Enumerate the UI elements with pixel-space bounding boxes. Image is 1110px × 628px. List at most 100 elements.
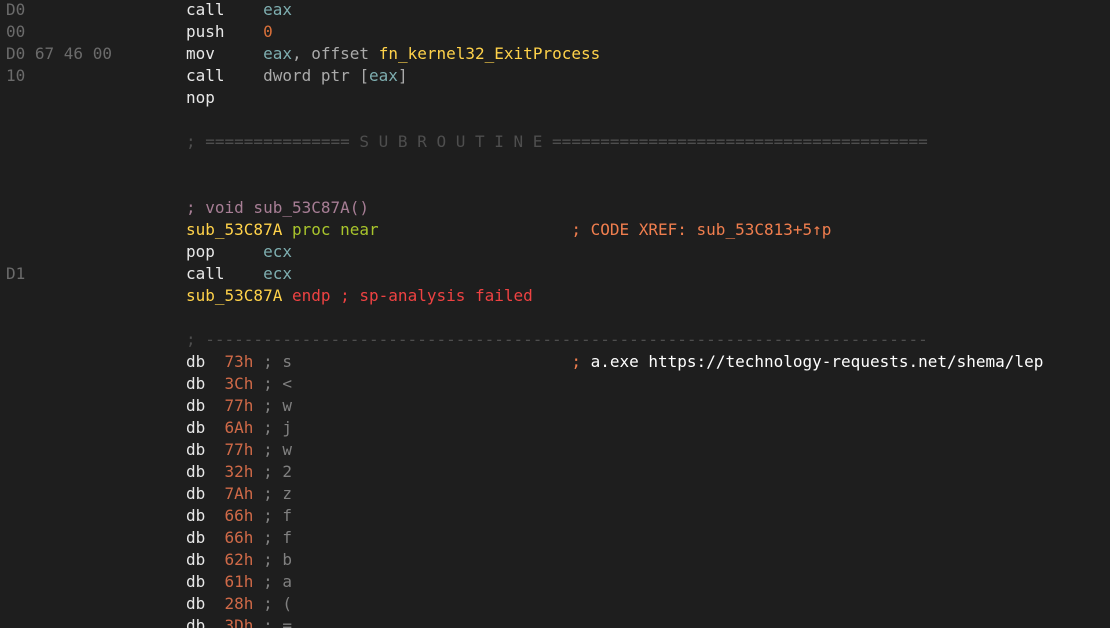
token-label-name[interactable]: fn_kernel32_ExitProcess: [379, 44, 601, 63]
token-instruction: [205, 594, 224, 613]
token-hex-number: 7Ah: [224, 484, 254, 503]
code-line[interactable]: sub_53C87A endp ; sp-analysis failed: [186, 285, 533, 307]
token-char-comment: ; w: [253, 440, 292, 459]
token-instruction: db: [186, 418, 206, 437]
code-line[interactable]: pop ecx: [186, 241, 292, 263]
opcode-bytes: D1: [6, 264, 26, 283]
token-instruction: call: [186, 66, 225, 85]
code-line[interactable]: db 28h ; (: [186, 593, 292, 615]
opcode-bytes: 10: [6, 66, 26, 85]
code-line[interactable]: mov eax, offset fn_kernel32_ExitProcess: [186, 43, 600, 65]
code-line[interactable]: nop: [186, 87, 215, 109]
token-instruction: db: [186, 352, 206, 371]
token-instruction: db: [186, 484, 206, 503]
code-line[interactable]: db 77h ; w: [186, 395, 292, 417]
code-line[interactable]: ; void sub_53C87A(): [186, 197, 369, 219]
code-line[interactable]: call ecx: [186, 263, 292, 285]
token-hex-number: 3Dh: [224, 616, 254, 628]
token-punctuation: dword ptr: [263, 66, 360, 85]
token-instruction: [205, 572, 224, 591]
token-char-comment: ; w: [253, 396, 292, 415]
token-hex-number: 6Ah: [224, 418, 254, 437]
token-char-comment: ; b: [253, 550, 292, 569]
token-instruction: [205, 418, 224, 437]
code-line[interactable]: sub_53C87A proc near ; CODE XREF: sub_53…: [186, 219, 831, 241]
token-instruction: [205, 352, 224, 371]
code-line[interactable]: db 66h ; f: [186, 505, 292, 527]
token-instruction: db: [186, 506, 206, 525]
token-hex-number: 77h: [224, 396, 254, 415]
token-label-name[interactable]: sub_53C87A: [186, 286, 282, 305]
token-instruction: [205, 506, 224, 525]
opcode-bytes: D0 67 46 00: [6, 44, 112, 63]
token-repeatable-comment: ;: [571, 352, 591, 371]
token-instruction: [215, 242, 263, 261]
token-instruction: [205, 550, 224, 569]
code-line[interactable]: db 3Ch ; <: [186, 373, 292, 395]
token-instruction: [225, 264, 264, 283]
token-instruction: pop: [186, 242, 215, 261]
token-instruction: [205, 440, 224, 459]
code-line[interactable]: call eax: [186, 0, 292, 21]
code-line[interactable]: call dword ptr [eax]: [186, 65, 408, 87]
token-separator: ; --------------------------------------…: [186, 330, 928, 349]
token-register[interactable]: eax: [369, 66, 398, 85]
token-hex-number: 61h: [224, 572, 254, 591]
code-line[interactable]: db 6Ah ; j: [186, 417, 292, 439]
token-register[interactable]: eax: [263, 0, 292, 19]
token-label-name[interactable]: sub_53C87A: [186, 220, 282, 239]
token-punctuation: [: [359, 66, 370, 85]
token-instruction: nop: [186, 88, 215, 107]
token-instruction: [205, 484, 224, 503]
token-instruction: mov: [186, 44, 215, 63]
token-instruction: [292, 352, 571, 371]
token-instruction: db: [186, 528, 206, 547]
token-char-comment: ; f: [253, 528, 292, 547]
code-line[interactable]: db 32h ; 2: [186, 461, 292, 483]
token-instruction: db: [186, 440, 206, 459]
token-instruction: push: [186, 22, 225, 41]
token-char-comment: ; z: [253, 484, 292, 503]
token-hex-number: 3Ch: [224, 374, 254, 393]
token-register[interactable]: eax: [263, 44, 292, 63]
code-line[interactable]: db 62h ; b: [186, 549, 292, 571]
token-instruction: [379, 220, 572, 239]
token-instruction: db: [186, 550, 206, 569]
token-hex-number: 66h: [224, 506, 254, 525]
token-hex-number: 77h: [224, 440, 254, 459]
token-hex-number: 32h: [224, 462, 254, 481]
token-char-comment: ; a: [253, 572, 292, 591]
token-char-comment: ; j: [253, 418, 292, 437]
token-instruction: db: [186, 594, 206, 613]
token-void-comment: ; void sub_53C87A(): [186, 198, 370, 217]
token-instruction: [225, 66, 264, 85]
token-repeatable-comment: ; CODE XREF: sub_53C813+5↑p: [571, 220, 832, 239]
token-instruction: call: [186, 0, 225, 19]
code-line[interactable]: db 73h ; s ; a.exe https://technology-re…: [186, 351, 1043, 373]
token-hex-number: 62h: [224, 550, 254, 569]
token-hex-number: 28h: [224, 594, 254, 613]
code-line[interactable]: db 61h ; a: [186, 571, 292, 593]
code-line[interactable]: ; --------------------------------------…: [186, 329, 928, 351]
code-line[interactable]: push 0: [186, 21, 273, 43]
token-instruction: call: [186, 264, 225, 283]
token-punctuation: , offset: [291, 44, 379, 63]
code-line[interactable]: ; =============== S U B R O U T I N E ==…: [186, 131, 928, 153]
token-instruction: db: [186, 396, 206, 415]
disassembly-view[interactable]: D0 call eax 00 push 0 D0 67 46 00 mov eax, of…: [0, 0, 1110, 628]
token-register[interactable]: ecx: [263, 242, 292, 261]
token-number: 0: [263, 22, 273, 41]
token-char-comment: ; <: [253, 374, 292, 393]
token-punctuation: ]: [397, 66, 408, 85]
code-line[interactable]: db 77h ; w: [186, 439, 292, 461]
token-instruction: db: [186, 462, 206, 481]
token-register[interactable]: ecx: [263, 264, 292, 283]
token-endp-keyword: ; sp-analysis failed: [330, 286, 533, 305]
token-char-comment: ; (: [253, 594, 292, 613]
code-line[interactable]: db 3Dh ; =: [186, 615, 292, 628]
token-endp-keyword: endp: [282, 286, 331, 305]
code-line[interactable]: db 7Ah ; z: [186, 483, 292, 505]
code-line[interactable]: db 66h ; f: [186, 527, 292, 549]
token-char-comment: ; s: [253, 352, 292, 371]
opcode-bytes: 00: [6, 22, 26, 41]
